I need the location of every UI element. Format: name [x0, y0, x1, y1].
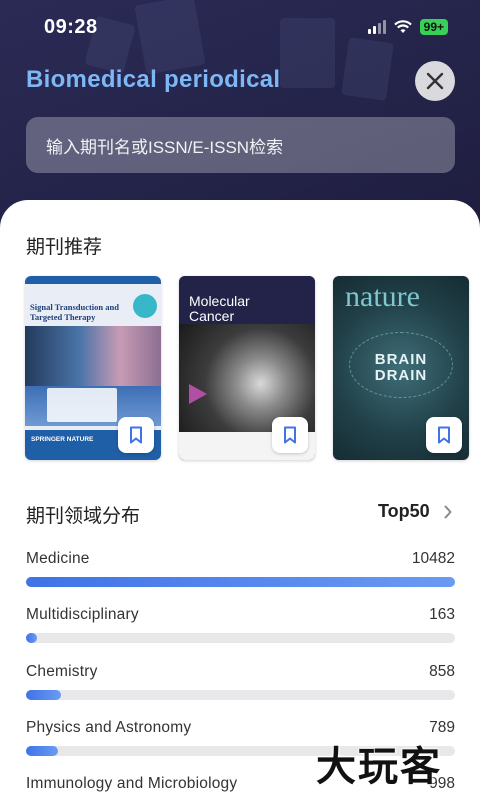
- progress-fill: [26, 690, 61, 700]
- cellular-signal-icon: [367, 20, 386, 34]
- page-title: Biomedical periodical: [26, 66, 281, 93]
- bookmark-icon: [130, 426, 142, 444]
- battery-icon: 99+: [419, 19, 448, 35]
- search-input[interactable]: 输入期刊名或ISSN/E-ISSN检索: [26, 117, 455, 173]
- distribution-row[interactable]: Medicine 10482: [26, 550, 455, 600]
- close-icon: [426, 72, 444, 90]
- chevron-right-icon: [444, 505, 452, 518]
- progress-fill: [26, 633, 37, 643]
- wifi-icon: [393, 20, 412, 33]
- content-sheet: 期刊推荐 Signal Transduction and Targeted Th…: [0, 200, 480, 800]
- journal-cover-list: Signal Transduction and Targeted Therapy…: [25, 276, 470, 460]
- close-button[interactable]: [415, 61, 455, 101]
- bookmark-icon: [284, 426, 296, 444]
- status-time: 09:28: [44, 15, 98, 38]
- cover-heading: nature: [345, 280, 420, 313]
- progress-track: [26, 633, 455, 643]
- journal-cover-molecular-cancer[interactable]: Molecular Cancer: [179, 276, 315, 460]
- bookmark-button[interactable]: [426, 417, 462, 453]
- journal-cover-nature[interactable]: nature BRAIN DRAIN: [333, 276, 469, 460]
- cover-heading: Signal Transduction and Targeted Therapy: [30, 302, 119, 322]
- field-count: 163: [429, 606, 455, 623]
- distribution-section-title: 期刊领域分布: [26, 506, 141, 527]
- progress-track: [26, 690, 455, 700]
- journal-cover-signal-transduction[interactable]: Signal Transduction and Targeted Therapy…: [25, 276, 161, 460]
- status-bar: 09:28 99+: [0, 0, 480, 54]
- bookmark-button[interactable]: [272, 417, 308, 453]
- cover-heading: Molecular Cancer: [189, 293, 250, 324]
- bookmark-icon: [438, 426, 450, 444]
- progress-fill: [26, 577, 455, 587]
- field-name: Medicine: [26, 550, 90, 567]
- field-count: 858: [429, 663, 455, 680]
- field-name: Multidisciplinary: [26, 606, 139, 623]
- status-icons: 99+: [367, 19, 448, 35]
- distribution-row[interactable]: Chemistry 858: [26, 663, 455, 713]
- field-name: Chemistry: [26, 663, 98, 680]
- bookmark-button[interactable]: [118, 417, 154, 453]
- distribution-row[interactable]: Multidisciplinary 163: [26, 606, 455, 656]
- progress-fill: [26, 746, 58, 756]
- field-count: 10482: [411, 550, 455, 567]
- top50-label: Top50: [378, 501, 430, 521]
- field-name: Immunology and Microbiology: [26, 775, 238, 792]
- search-placeholder: 输入期刊名或ISSN/E-ISSN检索: [46, 137, 284, 157]
- watermark: 大玩客: [316, 744, 442, 790]
- cover-publisher: SPRINGER NATURE: [31, 436, 94, 443]
- progress-track: [26, 577, 455, 587]
- top50-link[interactable]: Top50: [378, 501, 452, 522]
- field-name: Physics and Astronomy: [26, 719, 192, 736]
- recommend-section-title: 期刊推荐: [26, 237, 103, 258]
